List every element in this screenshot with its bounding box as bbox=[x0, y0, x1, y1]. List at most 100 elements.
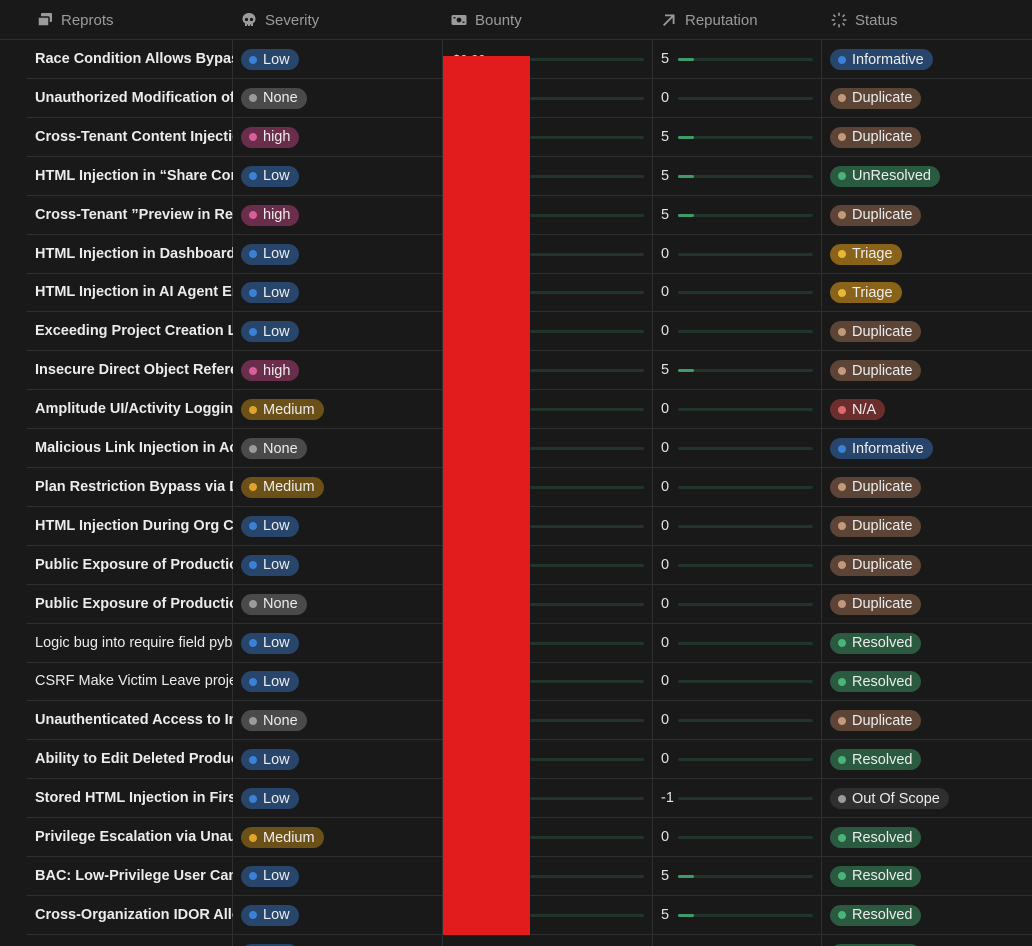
severity-badge[interactable]: None bbox=[241, 593, 307, 615]
severity-badge[interactable]: None bbox=[241, 710, 307, 732]
severity-badge[interactable]: Low bbox=[241, 671, 299, 693]
severity-badge[interactable]: Medium bbox=[241, 476, 324, 498]
pill-label: Low bbox=[263, 673, 290, 690]
status-badge[interactable]: Duplicate bbox=[830, 126, 922, 148]
severity-badge[interactable]: high bbox=[241, 204, 300, 226]
status-badge[interactable]: Informative bbox=[830, 49, 933, 70]
status-badge[interactable]: N/A bbox=[830, 399, 886, 421]
status-badge[interactable]: Out Of Scope bbox=[830, 788, 949, 810]
severity-badge[interactable]: Low bbox=[241, 282, 299, 304]
status-badge[interactable]: Duplicate bbox=[830, 204, 922, 226]
report-title[interactable]: Exceeding Project Creation Lir bbox=[35, 312, 233, 350]
report-title[interactable] bbox=[35, 935, 233, 946]
status-badge[interactable]: Informative bbox=[830, 438, 933, 459]
severity-badge[interactable]: Low bbox=[241, 321, 299, 343]
pill-dot bbox=[249, 716, 257, 725]
severity-badge[interactable]: Low bbox=[241, 515, 299, 537]
severity-badge[interactable]: Low bbox=[241, 632, 299, 654]
column-header-reports[interactable]: Reprots bbox=[37, 0, 114, 40]
bounty-bar bbox=[530, 602, 644, 606]
pill-label: Duplicate bbox=[852, 596, 913, 613]
severity-badge[interactable]: Low bbox=[241, 749, 299, 771]
pill-label: Medium bbox=[263, 829, 315, 846]
severity-badge[interactable]: Low bbox=[241, 49, 299, 70]
report-title[interactable]: Cross-Tenant Content Injectic bbox=[35, 118, 233, 156]
severity-badge[interactable]: Low bbox=[241, 554, 299, 576]
table-row[interactable]: LowResolved bbox=[27, 935, 1032, 946]
severity-badge[interactable]: Low bbox=[241, 243, 299, 265]
bounty-bar bbox=[530, 408, 644, 412]
reputation-value: 0 bbox=[661, 556, 670, 573]
report-title[interactable]: Plan Restriction Bypass via Dir bbox=[35, 468, 233, 506]
status-badge[interactable]: Resolved bbox=[830, 904, 922, 926]
report-title[interactable]: HTML Injection in Dashboard I bbox=[35, 235, 233, 273]
report-title[interactable]: CSRF Make Victim Leave projec bbox=[35, 662, 233, 700]
report-title[interactable]: HTML Injection in “Share Conv bbox=[35, 157, 233, 195]
reputation-bar-fill bbox=[678, 913, 694, 917]
severity-badge[interactable]: Medium bbox=[241, 399, 324, 421]
report-title[interactable]: Stored HTML Injection in First bbox=[35, 779, 233, 817]
status-badge[interactable]: Duplicate bbox=[830, 593, 922, 615]
reputation-bar bbox=[678, 641, 813, 645]
bounty-bar bbox=[530, 174, 644, 178]
report-title[interactable]: Logic bug into require field pyb bbox=[35, 624, 233, 662]
pill-label: high bbox=[263, 129, 291, 146]
status-badge[interactable]: Triage bbox=[830, 282, 902, 304]
status-badge[interactable]: Resolved bbox=[830, 865, 922, 887]
bounty-bar bbox=[530, 641, 644, 645]
bounty-bar bbox=[530, 252, 644, 256]
severity-badge[interactable]: None bbox=[241, 438, 307, 459]
status-badge[interactable]: Resolved bbox=[830, 671, 922, 693]
status-badge[interactable]: Duplicate bbox=[830, 87, 922, 109]
pill-label: Triage bbox=[852, 284, 893, 301]
reputation-value: 5 bbox=[661, 867, 670, 884]
severity-badge[interactable]: Medium bbox=[241, 827, 324, 848]
report-title[interactable]: Unauthenticated Access to Int bbox=[35, 701, 233, 739]
status-badge[interactable]: Duplicate bbox=[830, 476, 922, 498]
severity-badge[interactable]: high bbox=[241, 126, 300, 148]
status-badge[interactable]: Duplicate bbox=[830, 710, 922, 732]
report-title[interactable]: Public Exposure of Production bbox=[35, 546, 233, 584]
pill-label: Duplicate bbox=[852, 129, 913, 146]
severity-badge[interactable]: Low bbox=[241, 904, 299, 926]
status-badge[interactable]: UnResolved bbox=[830, 165, 940, 187]
column-header-severity[interactable]: Severity bbox=[241, 0, 319, 40]
severity-badge[interactable]: Low bbox=[241, 165, 299, 187]
pill-dot bbox=[838, 833, 846, 842]
reputation-bar-fill bbox=[678, 58, 694, 61]
severity-badge[interactable]: None bbox=[241, 87, 307, 109]
status-badge[interactable]: Duplicate bbox=[830, 360, 922, 382]
bounty-bar bbox=[530, 330, 644, 334]
report-title[interactable]: Cross-Organization IDOR Allo bbox=[35, 896, 233, 934]
report-title[interactable]: Cross-Tenant ”Preview in Resc bbox=[35, 196, 233, 234]
report-title[interactable]: BAC: Low-Privilege User Can F bbox=[35, 857, 233, 895]
status-badge[interactable]: Resolved bbox=[830, 749, 922, 771]
status-badge[interactable]: Duplicate bbox=[830, 554, 922, 576]
pill-dot bbox=[249, 483, 257, 492]
report-title[interactable]: Insecure Direct Object Referer bbox=[35, 351, 233, 389]
report-title[interactable]: Race Condition Allows Bypass bbox=[35, 40, 233, 78]
status-badge[interactable]: Triage bbox=[830, 243, 902, 265]
status-badge[interactable]: Duplicate bbox=[830, 321, 922, 343]
report-title[interactable]: Ability to Edit Deleted Produc bbox=[35, 740, 233, 778]
reputation-bar bbox=[678, 330, 813, 334]
report-title[interactable]: Unauthorized Modification of bbox=[35, 79, 233, 117]
report-title[interactable]: Public Exposure of Production bbox=[35, 585, 233, 623]
report-title[interactable]: Malicious Link Injection in Acc bbox=[35, 429, 233, 467]
reputation-bar-fill bbox=[678, 369, 694, 373]
report-title[interactable]: Amplitude UI/Activity Logging bbox=[35, 390, 233, 428]
column-header-reputation[interactable]: Reputation bbox=[661, 0, 758, 40]
bounty-bar bbox=[530, 96, 644, 100]
report-title[interactable]: HTML Injection During Org Cr bbox=[35, 507, 233, 545]
column-header-status[interactable]: Status bbox=[831, 0, 898, 40]
status-badge[interactable]: Duplicate bbox=[830, 515, 922, 537]
status-badge[interactable]: Resolved bbox=[830, 827, 922, 848]
report-title[interactable]: HTML Injection in AI Agent Em bbox=[35, 273, 233, 311]
severity-badge[interactable]: Low bbox=[241, 788, 299, 810]
column-header-bounty[interactable]: Bounty bbox=[451, 0, 522, 40]
severity-badge[interactable]: high bbox=[241, 360, 300, 382]
severity-badge[interactable]: Low bbox=[241, 865, 299, 887]
status-badge[interactable]: Resolved bbox=[830, 632, 922, 654]
report-title[interactable]: Privilege Escalation via Unauth bbox=[35, 818, 233, 856]
pill-dot bbox=[838, 794, 846, 803]
